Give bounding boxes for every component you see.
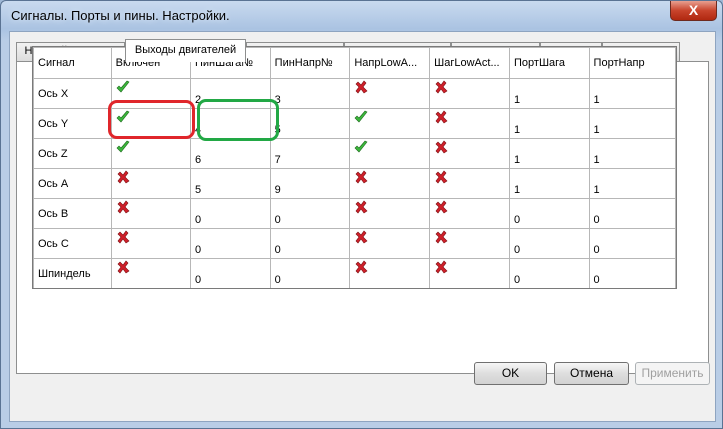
value-cell[interactable]: 0 — [588, 198, 676, 229]
row-signal-name[interactable]: Ось X — [33, 78, 112, 109]
value-cell[interactable]: 0 — [189, 228, 271, 259]
red-cross-icon — [116, 170, 130, 184]
green-check-icon — [354, 140, 368, 154]
table-row[interactable]: Шпиндель 0 0 0 0 — [33, 258, 676, 288]
boolean-cell[interactable] — [110, 138, 191, 169]
boolean-cell[interactable] — [349, 228, 431, 259]
red-cross-icon — [354, 230, 368, 244]
boolean-cell[interactable] — [429, 168, 511, 199]
close-button[interactable]: X — [670, 1, 717, 21]
red-cross-icon — [434, 230, 448, 244]
boolean-cell[interactable] — [110, 108, 191, 139]
boolean-cell[interactable] — [349, 198, 431, 229]
table-row[interactable]: Ось B0000 — [33, 198, 676, 229]
tab-motor-outputs[interactable]: Выходы двигателей — [125, 39, 246, 62]
value-cell[interactable]: 0 — [269, 258, 351, 288]
value-cell[interactable]: 3 — [269, 78, 351, 109]
boolean-cell[interactable] — [429, 138, 511, 169]
value-cell[interactable]: 0 — [269, 228, 351, 259]
boolean-cell[interactable] — [110, 198, 191, 229]
red-cross-icon — [434, 170, 448, 184]
title-bar[interactable]: Сигналы. Порты и пины. Настройки. X — [1, 1, 722, 31]
row-signal-name[interactable]: Ось Y — [33, 108, 112, 139]
table-row[interactable]: Ось C0000 — [33, 228, 676, 259]
value-cell[interactable]: 0 — [588, 258, 676, 288]
column-header[interactable]: НапрLowA... — [349, 47, 431, 79]
row-signal-name[interactable]: Шпиндель — [33, 258, 112, 288]
value-cell[interactable]: 0 — [509, 228, 590, 259]
boolean-cell[interactable] — [349, 258, 431, 288]
boolean-cell[interactable] — [429, 228, 511, 259]
signals-grid[interactable]: Сигнал Включен ПинШага№ ПинНапр№ НапрLowA...… — [32, 46, 677, 289]
value-cell[interactable]: 7 — [269, 138, 351, 169]
value-cell[interactable]: 5 — [269, 108, 351, 139]
ok-button[interactable]: OK — [474, 362, 547, 385]
row-signal-name[interactable]: Ось C — [33, 228, 112, 259]
green-check-icon — [116, 110, 130, 124]
boolean-cell[interactable] — [429, 78, 511, 109]
value-cell[interactable]: 0 — [189, 198, 271, 229]
table-row[interactable]: Ось Z 67 11 — [33, 138, 676, 169]
value-cell[interactable]: 1 — [588, 138, 676, 169]
red-cross-icon — [434, 200, 448, 214]
value-cell[interactable]: 1 — [509, 138, 590, 169]
red-cross-icon — [354, 170, 368, 184]
row-signal-name[interactable]: Ось Z — [33, 138, 112, 169]
row-signal-name[interactable]: Ось B — [33, 198, 112, 229]
boolean-cell[interactable] — [110, 168, 191, 199]
column-header[interactable]: Сигнал — [33, 47, 112, 79]
table-row[interactable]: Ось A 59 11 — [33, 168, 676, 199]
value-cell[interactable]: 1 — [588, 108, 676, 139]
red-cross-icon — [354, 260, 368, 274]
value-cell[interactable]: 0 — [509, 198, 590, 229]
boolean-cell[interactable] — [349, 138, 431, 169]
boolean-cell[interactable] — [349, 78, 431, 109]
apply-button[interactable]: Применить — [635, 362, 710, 385]
value-cell[interactable]: 0 — [269, 198, 351, 229]
red-cross-icon — [434, 80, 448, 94]
column-header[interactable]: ПортШага — [509, 47, 590, 79]
column-header[interactable]: ШагLowAct... — [429, 47, 511, 79]
red-cross-icon — [116, 260, 130, 274]
value-cell[interactable]: 0 — [189, 258, 271, 288]
table-row[interactable]: Ось X 23 11 — [33, 78, 676, 109]
green-check-icon — [116, 140, 130, 154]
dialog-window: Сигналы. Порты и пины. Настройки. X Наст… — [0, 0, 723, 429]
boolean-cell[interactable] — [110, 78, 191, 109]
row-signal-name[interactable]: Ось A — [33, 168, 112, 199]
red-cross-icon — [434, 140, 448, 154]
boolean-cell[interactable] — [429, 198, 511, 229]
value-cell[interactable]: 1 — [509, 78, 590, 109]
value-cell[interactable]: 9 — [269, 168, 351, 199]
red-cross-icon — [116, 200, 130, 214]
red-cross-icon — [354, 200, 368, 214]
boolean-cell[interactable] — [110, 258, 191, 288]
value-cell[interactable]: 6 — [189, 138, 271, 169]
green-check-icon — [116, 80, 130, 94]
red-cross-icon — [434, 260, 448, 274]
window-title: Сигналы. Порты и пины. Настройки. — [11, 8, 230, 23]
value-cell[interactable]: 1 — [509, 108, 590, 139]
boolean-cell[interactable] — [110, 228, 191, 259]
boolean-cell[interactable] — [349, 108, 431, 139]
value-cell[interactable]: 1 — [509, 168, 590, 199]
column-header[interactable]: ПинНапр№ — [269, 47, 351, 79]
red-cross-icon — [354, 80, 368, 94]
red-cross-icon — [116, 230, 130, 244]
column-header[interactable]: ПортНапр — [588, 47, 676, 79]
value-cell[interactable]: 5 — [189, 168, 271, 199]
table-row[interactable]: Ось Y 45 11 — [33, 108, 676, 139]
value-cell[interactable]: 0 — [509, 258, 590, 288]
cancel-button[interactable]: Отмена — [554, 362, 629, 385]
value-cell[interactable]: 2 — [189, 78, 271, 109]
value-cell[interactable]: 4 — [189, 108, 271, 139]
value-cell[interactable]: 1 — [588, 168, 676, 199]
boolean-cell[interactable] — [429, 258, 511, 288]
boolean-cell[interactable] — [429, 108, 511, 139]
boolean-cell[interactable] — [349, 168, 431, 199]
red-cross-icon — [434, 110, 448, 124]
value-cell[interactable]: 0 — [588, 228, 676, 259]
value-cell[interactable]: 1 — [588, 78, 676, 109]
green-check-icon — [354, 110, 368, 124]
